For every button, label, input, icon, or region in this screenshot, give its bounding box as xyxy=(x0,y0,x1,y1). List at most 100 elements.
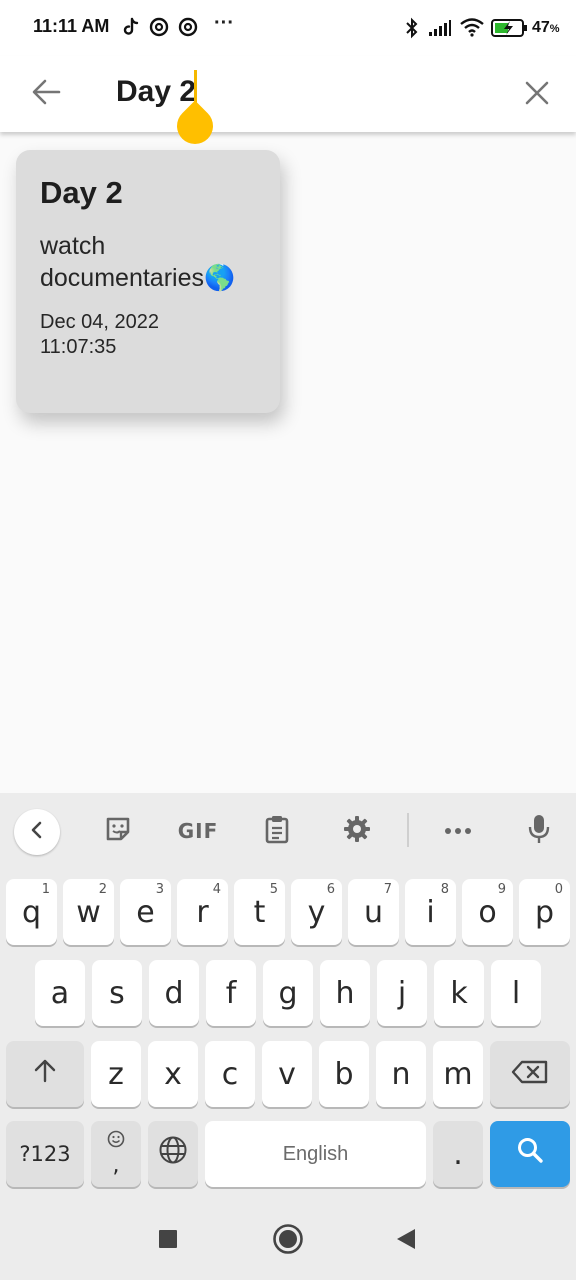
note-title: Day 2 xyxy=(40,175,123,210)
key-c[interactable]: c xyxy=(205,1041,255,1107)
emoji-comma-key[interactable]: , xyxy=(91,1121,141,1187)
key-label: i xyxy=(426,894,435,930)
close-icon xyxy=(524,80,550,111)
key-w[interactable]: w2 xyxy=(63,879,114,945)
system-nav-bar xyxy=(0,1203,576,1280)
square-recents-icon xyxy=(158,1229,178,1254)
key-label: u xyxy=(363,894,383,930)
gif-label: GIF xyxy=(177,819,219,843)
key-number-hint: 2 xyxy=(98,882,107,897)
collapse-toolbar-button[interactable] xyxy=(14,809,60,855)
space-bar[interactable]: English xyxy=(205,1121,426,1187)
space-bar-label: English xyxy=(282,1142,349,1165)
symbols-key[interactable]: ?123 xyxy=(6,1121,84,1187)
signal-icon xyxy=(428,19,452,42)
clipboard-icon xyxy=(264,814,290,849)
key-number-hint: 4 xyxy=(212,882,221,897)
note-date: Dec 04, 2022 xyxy=(40,311,159,333)
key-u[interactable]: u7 xyxy=(348,879,399,945)
circle-home-icon xyxy=(272,1223,304,1260)
key-number-hint: 7 xyxy=(383,882,392,897)
key-number-hint: 9 xyxy=(497,882,506,897)
status-time: 11:11 AM xyxy=(33,16,110,36)
back-nav-button[interactable] xyxy=(386,1221,426,1261)
settings-button[interactable] xyxy=(335,809,379,853)
key-f[interactable]: f xyxy=(206,960,256,1026)
key-i[interactable]: i8 xyxy=(405,879,456,945)
voice-input-button[interactable] xyxy=(517,809,561,853)
note-card[interactable]: Day 2 watch documentaries🌎 Dec 04, 2022 … xyxy=(16,150,280,413)
key-label: w xyxy=(76,894,101,930)
key-z[interactable]: z xyxy=(91,1041,141,1107)
toolbar-divider xyxy=(407,813,409,847)
more-options-button[interactable] xyxy=(436,809,480,853)
key-d[interactable]: d xyxy=(149,960,199,1026)
key-s[interactable]: s xyxy=(92,960,142,1026)
more-notifications-icon: ··· xyxy=(214,12,234,34)
key-label: p xyxy=(534,894,555,930)
key-label: q xyxy=(21,894,42,930)
search-app-bar: Day 2 xyxy=(0,56,576,132)
shift-key[interactable] xyxy=(6,1041,84,1107)
globe-icon xyxy=(158,1135,188,1173)
back-button[interactable] xyxy=(26,74,66,114)
smiley-icon xyxy=(107,1129,125,1154)
key-a[interactable]: a xyxy=(35,960,85,1026)
gif-button[interactable]: GIF xyxy=(174,809,222,853)
search-action-key[interactable] xyxy=(490,1121,570,1187)
key-number-hint: 5 xyxy=(269,882,278,897)
key-n[interactable]: n xyxy=(376,1041,426,1107)
threads-icon xyxy=(178,17,198,42)
key-label: t xyxy=(253,894,266,930)
search-input[interactable]: Day 2 xyxy=(116,70,196,114)
key-label: r xyxy=(196,894,209,930)
key-e[interactable]: e3 xyxy=(120,879,171,945)
search-icon xyxy=(516,1136,544,1172)
key-q[interactable]: q1 xyxy=(6,879,57,945)
sticker-button[interactable] xyxy=(96,809,140,853)
clear-search-button[interactable] xyxy=(516,74,558,116)
key-number-hint: 6 xyxy=(326,882,335,897)
keyboard-toolbar: GIF xyxy=(0,793,576,868)
key-b[interactable]: b xyxy=(319,1041,369,1107)
backspace-key[interactable] xyxy=(490,1041,570,1107)
key-p[interactable]: p0 xyxy=(519,879,570,945)
key-x[interactable]: x xyxy=(148,1041,198,1107)
gear-icon xyxy=(343,815,371,848)
battery-charging-icon xyxy=(491,18,529,43)
key-label: o xyxy=(478,894,497,930)
microphone-icon xyxy=(527,813,551,850)
key-k[interactable]: k xyxy=(434,960,484,1026)
home-button[interactable] xyxy=(268,1221,308,1261)
key-y[interactable]: y6 xyxy=(291,879,342,945)
key-number-hint: 3 xyxy=(155,882,164,897)
key-l[interactable]: l xyxy=(491,960,541,1026)
language-key[interactable] xyxy=(148,1121,198,1187)
more-icon xyxy=(444,822,472,840)
tiktok-icon xyxy=(121,17,141,42)
bluetooth-icon xyxy=(403,17,421,44)
comma-label: , xyxy=(112,1152,120,1178)
key-j[interactable]: j xyxy=(377,960,427,1026)
key-number-hint: 1 xyxy=(41,882,50,897)
key-g[interactable]: g xyxy=(263,960,313,1026)
keyboard: GIF q1w2e3r4t5y6u7i8o9p0 asdfghjkl z x c… xyxy=(0,793,576,1203)
recents-button[interactable] xyxy=(148,1221,188,1261)
note-time: 11:07:35 xyxy=(40,336,117,358)
key-t[interactable]: t5 xyxy=(234,879,285,945)
shift-arrow-icon xyxy=(32,1057,58,1092)
key-label: y xyxy=(307,894,326,930)
threads-icon xyxy=(149,17,169,42)
period-key[interactable]: . xyxy=(433,1121,483,1187)
clipboard-button[interactable] xyxy=(255,809,299,853)
note-timestamp: Dec 04, 2022 11:07:35 xyxy=(40,310,256,360)
key-r[interactable]: r4 xyxy=(177,879,228,945)
key-number-hint: 0 xyxy=(554,882,563,897)
key-label: e xyxy=(136,894,155,930)
key-o[interactable]: o9 xyxy=(462,879,513,945)
key-h[interactable]: h xyxy=(320,960,370,1026)
key-v[interactable]: v xyxy=(262,1041,312,1107)
sticker-icon xyxy=(104,815,132,848)
key-m[interactable]: m xyxy=(433,1041,483,1107)
key-number-hint: 8 xyxy=(440,882,449,897)
